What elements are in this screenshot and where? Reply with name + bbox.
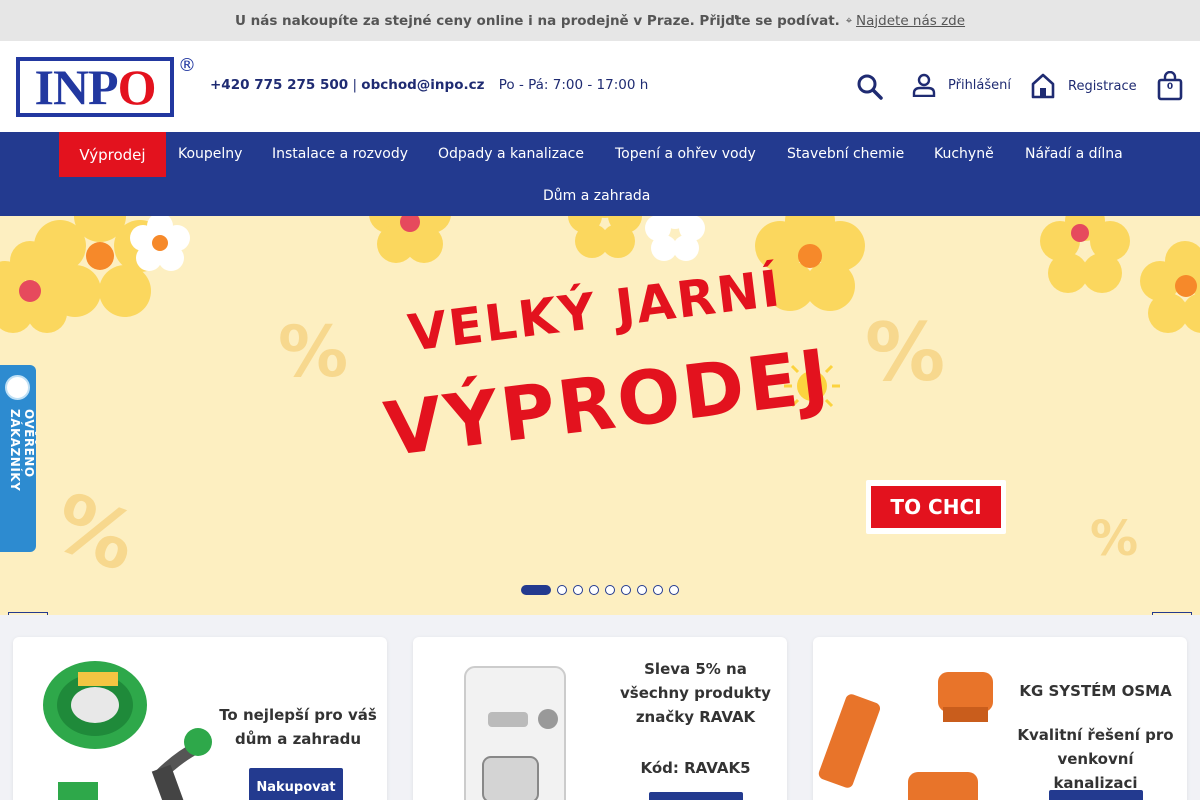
carousel-dot[interactable] — [621, 585, 631, 595]
registered-mark: ® — [178, 55, 196, 76]
nav-item-kuchyne[interactable]: Kuchyně — [934, 146, 994, 162]
nav-item-odpady[interactable]: Odpady a kanalizace — [438, 146, 584, 162]
carousel-dot[interactable] — [521, 585, 551, 595]
login-button[interactable]: Přihlášení — [912, 73, 1011, 97]
flower-decoration — [645, 216, 705, 261]
nav-item-koupelny[interactable]: Koupelny — [178, 146, 242, 162]
find-us-link[interactable]: Najdete nás zde — [856, 13, 965, 29]
ravak-line-3: značky RAVAK — [635, 708, 756, 726]
logo-letter-o: O — [117, 59, 157, 115]
carousel-prev-button[interactable] — [8, 612, 48, 615]
flower-decoration — [1040, 216, 1130, 293]
main-navigation: Výprodej Koupelny Instalace a rozvody Od… — [0, 132, 1200, 216]
faucet-image — [464, 666, 566, 800]
carousel-dot[interactable] — [557, 585, 567, 595]
carousel-dot[interactable] — [573, 585, 583, 595]
carousel-dot[interactable] — [605, 585, 615, 595]
promo-card-garden[interactable]: To nejlepší pro váš dům a zahradu Nakupo… — [13, 637, 387, 800]
search-button[interactable] — [856, 73, 884, 101]
carousel-dots — [521, 585, 679, 595]
flower-decoration — [1140, 241, 1200, 333]
ravak-button[interactable] — [649, 792, 743, 800]
search-icon — [857, 74, 883, 100]
nav-item-stavebni-chemie[interactable]: Stavební chemie — [787, 146, 904, 162]
carousel-next-button[interactable] — [1152, 612, 1192, 615]
register-label: Registrace — [1068, 78, 1137, 94]
kg-pipes-image — [818, 672, 993, 800]
carousel-dot[interactable] — [669, 585, 679, 595]
verified-seal-icon — [5, 375, 30, 400]
kg-card-text: Kvalitní řešení pro venkovní kanalizaci — [1017, 726, 1174, 792]
cart-button[interactable]: 0 — [1156, 71, 1184, 101]
verified-badge-text: OVĚŘENO ZÁKAZNÍKY — [8, 409, 36, 492]
contact-separator: | — [352, 77, 357, 93]
kg-button[interactable] — [1049, 790, 1143, 800]
nav-item-instalace[interactable]: Instalace a rozvody — [272, 146, 408, 162]
cart-count: 0 — [1166, 82, 1174, 92]
promo-card-ravak[interactable]: Sleva 5% na všechny produkty značky RAVA… — [413, 637, 787, 800]
nav-item-dum-a-zahrada[interactable]: Dům a zahrada — [543, 188, 650, 204]
nav-item-naradi[interactable]: Nářadí a dílna — [1025, 146, 1123, 162]
flower-decoration — [369, 216, 451, 263]
register-button[interactable]: Registrace — [1030, 73, 1137, 99]
carousel-dot[interactable] — [589, 585, 599, 595]
logo-text: INP — [34, 59, 118, 115]
carousel-dot[interactable] — [637, 585, 647, 595]
shop-now-button[interactable]: Nakupovat — [249, 768, 343, 800]
percent-decoration: % — [278, 311, 349, 393]
garden-card-text: To nejlepší pro váš dům a zahradu — [219, 706, 377, 748]
home-icon — [1031, 73, 1055, 99]
percent-decoration: % — [1090, 511, 1139, 567]
verified-customers-badge[interactable]: OVĚŘENO ZÁKAZNÍKY — [0, 365, 36, 552]
ravak-card-text: Sleva 5% na všechny produkty značky RAVA… — [613, 657, 778, 729]
top-info-bar: U nás nakoupíte za stejné ceny online i … — [0, 0, 1200, 41]
header: INP O ® +420 775 275 500 | obchod@inpo.cz… — [0, 41, 1200, 132]
percent-decoration: % — [41, 475, 149, 590]
discount-code: Kód: RAVAK5 — [640, 759, 751, 777]
flower-decoration — [0, 241, 75, 333]
flower-decoration — [568, 216, 642, 258]
email-link[interactable]: obchod@inpo.cz — [361, 77, 484, 93]
user-icon — [912, 73, 936, 97]
nav-item-vyprodej[interactable]: Výprodej — [59, 132, 166, 177]
login-label: Přihlášení — [948, 77, 1012, 93]
ravak-line-1: Sleva 5% na — [644, 660, 747, 678]
store-info-text: U nás nakoupíte za stejné ceny online i … — [234, 12, 840, 29]
flower-decoration — [130, 216, 190, 271]
carousel-dot[interactable] — [653, 585, 663, 595]
location-pin-icon: ⌖ — [845, 13, 853, 27]
nav-item-topeni[interactable]: Topení a ohřev vody — [615, 146, 756, 162]
kg-card-title: KG SYSTÉM OSMA — [1019, 682, 1172, 700]
opening-hours: Po - Pá: 7:00 - 17:00 h — [498, 77, 649, 93]
garden-hose-image — [43, 661, 212, 800]
to-chci-button[interactable]: TO CHCI — [871, 486, 1001, 528]
promo-card-kg-system[interactable]: KG SYSTÉM OSMA Kvalitní řešení pro venko… — [813, 637, 1187, 800]
ravak-line-2: všechny produkty — [620, 684, 771, 702]
phone-link[interactable]: +420 775 275 500 — [210, 77, 348, 93]
percent-decoration: % — [865, 306, 946, 399]
inpo-logo[interactable]: INP O — [16, 57, 174, 117]
contact-info: +420 775 275 500 | obchod@inpo.cz Po - P… — [210, 77, 648, 93]
